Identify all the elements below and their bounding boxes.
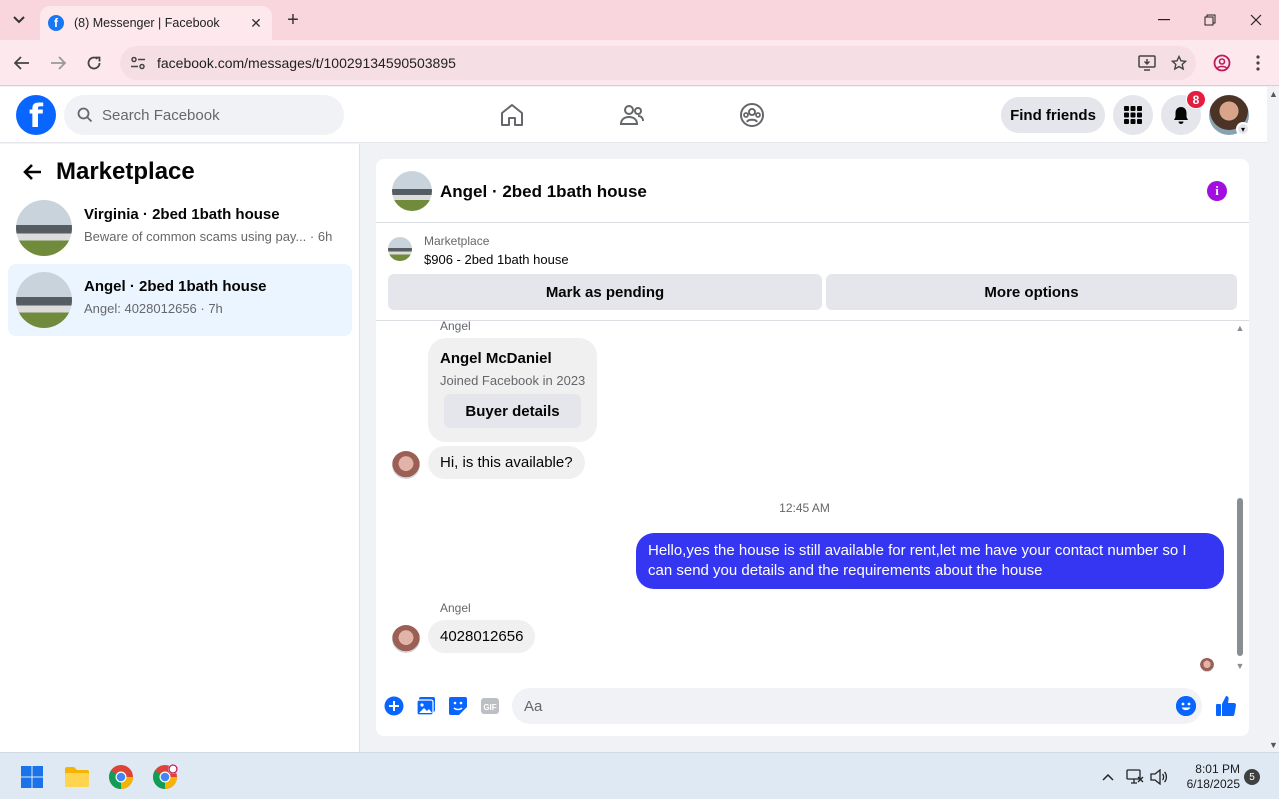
listing-thumbnail (16, 200, 72, 256)
listing-thumbnail (16, 272, 72, 328)
find-friends-button[interactable]: Find friends (1001, 97, 1105, 133)
chat-panel: Angel · 2bed 1bath house i Marketplace $… (376, 159, 1249, 736)
sender-avatar[interactable] (392, 625, 420, 653)
listing-thumbnail[interactable] (388, 237, 412, 261)
site-info-icon[interactable] (123, 48, 153, 78)
profile-icon[interactable] (1209, 50, 1235, 76)
restore-window-icon[interactable] (1187, 0, 1233, 40)
tab-search-chevron-icon[interactable] (6, 8, 32, 32)
message-composer: GIF (376, 676, 1249, 736)
url-text[interactable]: facebook.com/messages/t/1002913459050389… (157, 55, 1132, 71)
volume-icon[interactable] (1149, 767, 1169, 787)
chrome-active-window-icon[interactable] (149, 761, 181, 793)
facebook-header: f Find friends (0, 87, 1267, 143)
install-app-icon[interactable] (1132, 48, 1162, 78)
tab-title: (8) Messenger | Facebook (74, 16, 220, 30)
menu-grid-icon[interactable] (1113, 95, 1153, 135)
page-scroll-down-arrow-icon[interactable]: ▼ (1269, 740, 1278, 750)
file-explorer-icon[interactable] (61, 761, 93, 793)
page-scroll-up-arrow-icon[interactable]: ▲ (1269, 89, 1278, 99)
attach-photo-icon[interactable] (414, 694, 438, 718)
home-nav-icon[interactable] (482, 95, 542, 135)
conversation-item-angel[interactable]: Angel · 2bed 1bath house Angel: 40280126… (8, 264, 352, 336)
buyer-joined-date: Joined Facebook in 2023 (440, 373, 586, 388)
conversation-item-virginia[interactable]: Virginia · 2bed 1bath house Beware of co… (8, 192, 352, 264)
conversation-preview: Angel: 4028012656 · 7h (84, 301, 223, 316)
facebook-logo-icon[interactable]: f (16, 95, 56, 135)
chat-header: Angel · 2bed 1bath house i (376, 159, 1249, 223)
gif-icon[interactable]: GIF (478, 694, 502, 718)
like-thumbs-up-icon[interactable] (1214, 694, 1238, 718)
seen-receipt-avatar (1200, 658, 1214, 672)
info-icon[interactable]: i (1207, 181, 1227, 201)
sender-label: Angel (440, 319, 471, 333)
close-window-icon[interactable] (1233, 0, 1279, 40)
mark-as-pending-button[interactable]: Mark as pending (388, 274, 822, 310)
browser-tab-messenger[interactable]: f (8) Messenger | Facebook ✕ (40, 6, 272, 40)
notification-count-badge: 8 (1186, 90, 1206, 109)
emoji-icon[interactable] (1176, 696, 1196, 716)
conversation-preview: Beware of common scams using pay... · 6h (84, 229, 333, 244)
plus-actions-icon[interactable] (382, 694, 406, 718)
account-chevron-down-icon[interactable]: ▾ (1236, 122, 1250, 136)
network-icon[interactable] (1125, 767, 1145, 787)
message-thread: Angel Angel McDaniel Joined Facebook in … (376, 319, 1249, 676)
sender-label: Angel (440, 601, 471, 615)
listing-summary-bar: Marketplace $906 - 2bed 1bath house Mark… (376, 223, 1249, 321)
incoming-message: 4028012656 (428, 620, 536, 653)
scroll-down-arrow-icon[interactable]: ▼ (1235, 661, 1245, 671)
reload-icon[interactable] (81, 50, 107, 76)
chrome-icon[interactable] (105, 761, 137, 793)
buyer-info-card: Angel McDaniel Joined Facebook in 2023 B… (428, 338, 597, 442)
conversation-name: Angel · 2bed 1bath house (84, 278, 267, 295)
facebook-search[interactable] (64, 95, 344, 135)
message-timestamp: 12:45 AM (779, 501, 830, 515)
browser-toolbar: facebook.com/messages/t/1002913459050389… (0, 40, 1279, 86)
notification-center-badge[interactable]: 5 (1244, 769, 1260, 785)
listing-price-title[interactable]: $906 - 2bed 1bath house (424, 252, 569, 267)
friends-nav-icon[interactable] (602, 95, 662, 135)
bookmark-star-icon[interactable] (1164, 48, 1194, 78)
browser-menu-icon[interactable] (1245, 50, 1271, 76)
panel-title: Marketplace (56, 158, 195, 185)
message-scrollbar[interactable]: ▲ ▼ (1233, 321, 1245, 676)
conversation-name: Virginia · 2bed 1bath house (84, 206, 280, 223)
scroll-up-arrow-icon[interactable]: ▲ (1235, 323, 1245, 333)
address-bar[interactable]: facebook.com/messages/t/1002913459050389… (120, 46, 1196, 80)
windows-start-icon[interactable] (16, 761, 48, 793)
new-tab-button[interactable]: + (282, 8, 304, 32)
outgoing-message: Hello,yes the house is still available f… (636, 533, 1224, 589)
groups-nav-icon[interactable] (722, 95, 782, 135)
scrollbar-thumb[interactable] (1237, 498, 1243, 656)
search-icon (76, 106, 94, 124)
buyer-details-button[interactable]: Buyer details (444, 394, 581, 428)
forward-arrow-icon[interactable] (45, 50, 71, 76)
chat-listing-avatar[interactable] (392, 171, 432, 211)
incoming-message: Hi, is this available? (428, 446, 585, 479)
chat-title[interactable]: Angel · 2bed 1bath house (440, 182, 647, 202)
buyer-name: Angel McDaniel (440, 350, 552, 367)
back-arrow-icon[interactable] (20, 160, 44, 184)
sender-avatar[interactable] (392, 451, 420, 479)
show-hidden-icons-chevron-up-icon[interactable] (1098, 767, 1118, 787)
svg-text:GIF: GIF (483, 703, 496, 712)
back-arrow-icon[interactable] (9, 50, 35, 76)
panel-header: Marketplace (20, 158, 195, 186)
facebook-favicon-icon: f (48, 15, 64, 31)
marketplace-conversations-panel: Marketplace Virginia · 2bed 1bath house … (0, 144, 360, 752)
clock-date: 6/18/2025 (1186, 777, 1240, 791)
minimize-window-icon[interactable] (1141, 0, 1187, 40)
search-input[interactable] (102, 106, 322, 124)
system-clock[interactable]: 8:01 PM 6/18/2025 (1176, 762, 1240, 792)
windows-taskbar: 8:01 PM 6/18/2025 5 (0, 752, 1279, 799)
more-options-button[interactable]: More options (826, 274, 1237, 310)
listing-category: Marketplace (424, 234, 490, 248)
message-input[interactable] (524, 697, 1164, 715)
message-input-box[interactable] (512, 688, 1202, 724)
close-tab-icon[interactable]: ✕ (248, 15, 264, 31)
clock-time: 8:01 PM (1195, 762, 1240, 776)
sticker-icon[interactable] (446, 694, 470, 718)
browser-tab-bar: f (8) Messenger | Facebook ✕ + (0, 0, 1279, 40)
page-scrollbar[interactable]: ▲ ▼ (1267, 87, 1279, 752)
